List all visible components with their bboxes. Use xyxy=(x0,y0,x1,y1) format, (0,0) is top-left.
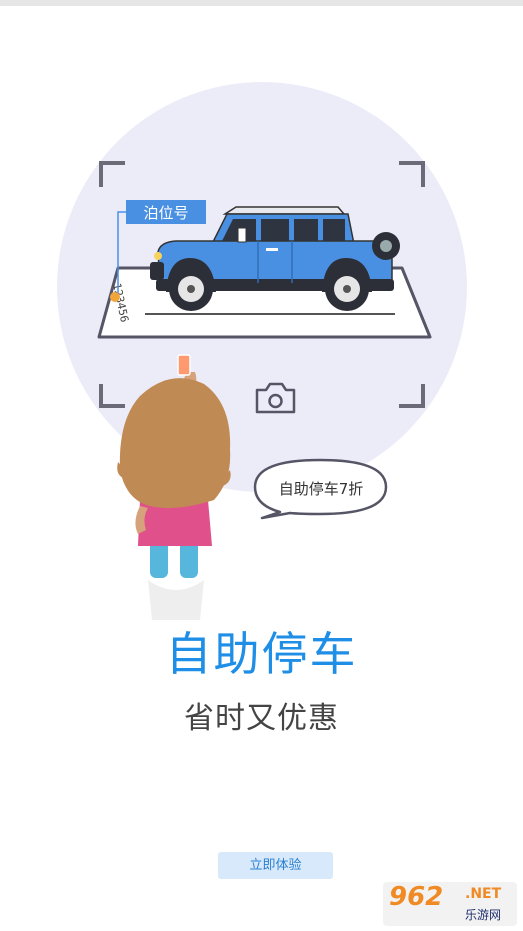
page-title: 自助停车 xyxy=(165,627,358,681)
watermark-net: .NET xyxy=(465,886,502,902)
page-subtitle: 省时又优惠 xyxy=(184,701,339,736)
watermark-name: 乐游网 xyxy=(465,908,502,922)
start-experience-button[interactable]: 立即体验 xyxy=(218,852,333,879)
parking-label: 泊位号 xyxy=(143,204,188,222)
parking-illustration: 123456 泊位号 自助停车7折 xyxy=(57,82,467,620)
site-watermark: 962 .NET 乐游网 xyxy=(383,882,517,926)
bubble-text: 自助停车7折 xyxy=(279,480,364,498)
watermark-number: 962 xyxy=(389,882,444,912)
